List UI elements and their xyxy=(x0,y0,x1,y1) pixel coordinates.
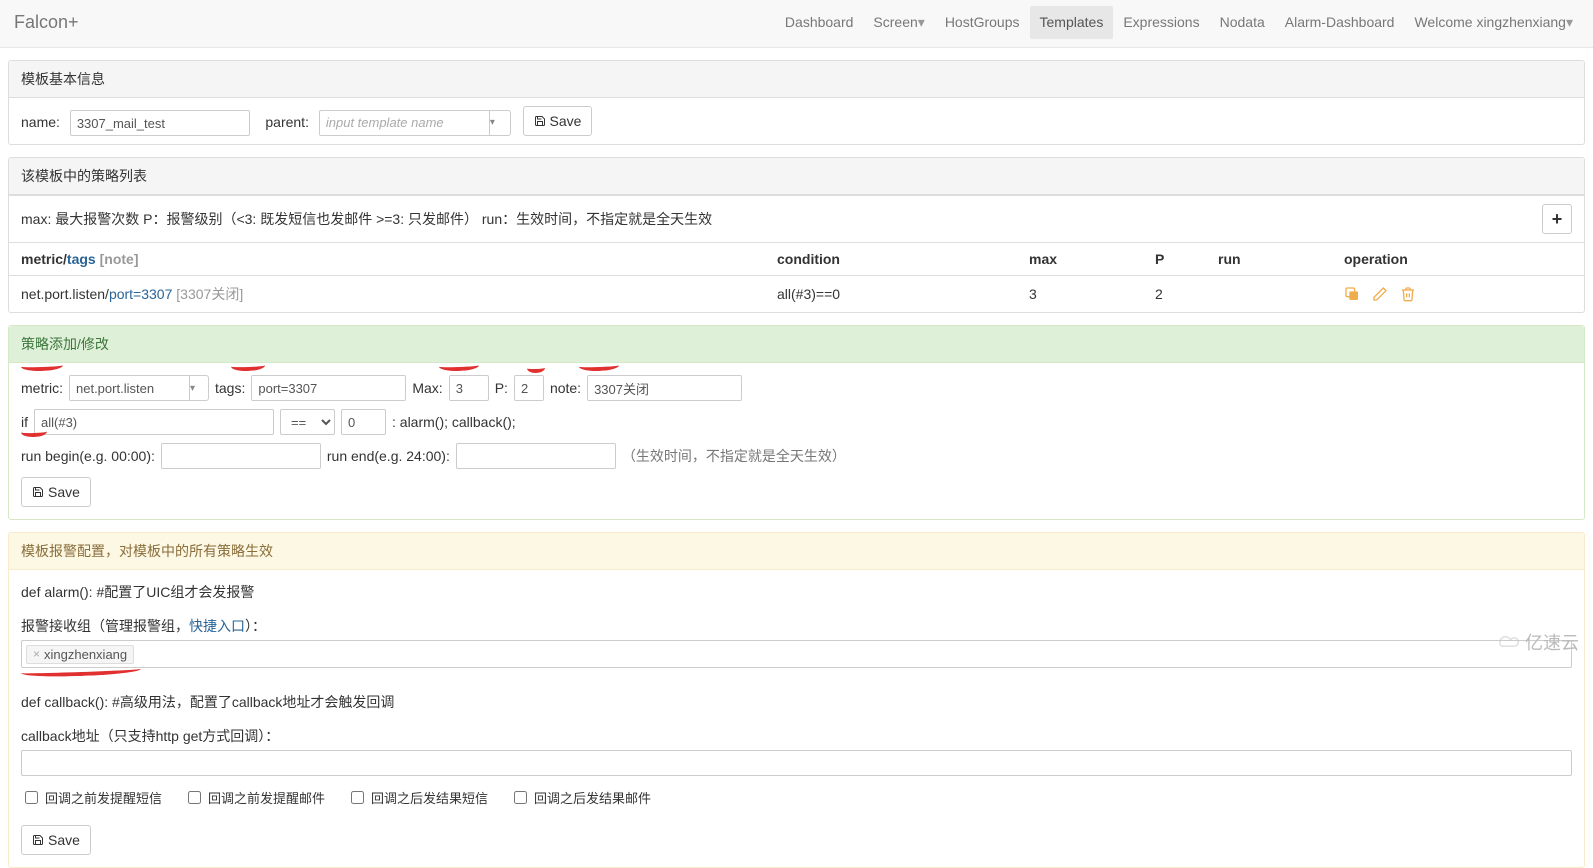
runbegin-label: run begin(e.g. 00:00): xyxy=(21,448,155,464)
note-label: note: xyxy=(550,380,581,396)
parent-input[interactable] xyxy=(319,110,489,136)
panel-heading: 策略添加/修改 xyxy=(9,326,1584,363)
panel-basic-info: 模板基本信息 name: parent: ▾ Save xyxy=(8,60,1585,145)
parent-dropdown-toggle[interactable]: ▾ xyxy=(489,110,511,136)
save-alarm-button[interactable]: Save xyxy=(21,825,91,855)
run-note: （生效时间，不指定就是全天生效） xyxy=(622,446,846,466)
panel-heading: 该模板中的策略列表 xyxy=(9,158,1584,195)
top-nav: Falcon+ Dashboard Screen▾ HostGroups Tem… xyxy=(0,0,1593,48)
chk-after-sms[interactable]: 回调之后发结果短信 xyxy=(347,788,488,807)
caret-icon: ▾ xyxy=(918,14,925,30)
func-input[interactable] xyxy=(34,409,274,435)
nav-dashboard[interactable]: Dashboard xyxy=(775,6,864,39)
save-strategy-button[interactable]: Save xyxy=(21,477,91,507)
brand[interactable]: Falcon+ xyxy=(10,12,79,33)
recv-token[interactable]: ×xingzhenxiang xyxy=(26,645,134,664)
nav-templates[interactable]: Templates xyxy=(1030,6,1114,39)
recv-group-input[interactable]: ×xingzhenxiang xyxy=(21,640,1572,668)
table-row: net.port.listen/port=3307 [3307关闭] all(#… xyxy=(9,276,1584,313)
chk-before-sms[interactable]: 回调之前发提醒短信 xyxy=(21,788,162,807)
runend-input[interactable] xyxy=(456,443,616,469)
callback-def: def callback(): #高级用法，配置了callback地址才会触发回… xyxy=(21,692,1572,712)
callback-label: callback地址（只支持http get方式回调）： xyxy=(21,726,1572,746)
chk-after-mail[interactable]: 回调之后发结果邮件 xyxy=(510,788,651,807)
remove-token-icon[interactable]: × xyxy=(33,647,40,661)
metric-dropdown-toggle[interactable]: ▾ xyxy=(189,375,209,401)
nav-hostgroups[interactable]: HostGroups xyxy=(935,6,1030,39)
strategy-table: metric/tags [note] condition max P run o… xyxy=(9,242,1584,312)
watermark: 亿速云 xyxy=(1493,629,1579,655)
save-button[interactable]: Save xyxy=(523,106,593,136)
strategy-legend-row: max: 最大报警次数 P：报警级别（<3: 既发短信也发邮件 >=3: 只发邮… xyxy=(9,195,1584,242)
save-icon xyxy=(32,834,44,846)
tags-input[interactable] xyxy=(251,375,406,401)
clone-icon[interactable] xyxy=(1344,286,1360,302)
name-label: name: xyxy=(21,114,60,130)
metric-label: metric: xyxy=(21,380,63,396)
max-label: Max: xyxy=(412,380,442,396)
nav-nodata[interactable]: Nodata xyxy=(1210,6,1275,39)
note-input[interactable] xyxy=(587,375,742,401)
recv-label-pre: 报警接收组（管理报警组， xyxy=(21,618,189,634)
op-select[interactable]: == xyxy=(280,409,335,435)
p-input[interactable] xyxy=(514,375,544,401)
tags-label: tags: xyxy=(215,380,245,396)
runbegin-input[interactable] xyxy=(161,443,321,469)
recv-label-post: ）： xyxy=(245,618,266,634)
name-input[interactable] xyxy=(70,110,250,136)
p-label: P: xyxy=(495,380,508,396)
recv-shortcut-link[interactable]: 快捷入口 xyxy=(189,618,245,634)
delete-icon[interactable] xyxy=(1400,286,1416,302)
strategy-legend: max: 最大报警次数 P：报警级别（<3: 既发短信也发邮件 >=3: 只发邮… xyxy=(21,209,712,229)
callback-url-input[interactable] xyxy=(21,750,1572,776)
edit-icon[interactable] xyxy=(1372,286,1388,302)
runend-label: run end(e.g. 24:00): xyxy=(327,448,450,464)
add-strategy-button[interactable]: + xyxy=(1542,204,1572,234)
panel-strategy-list: 该模板中的策略列表 max: 最大报警次数 P：报警级别（<3: 既发短信也发邮… xyxy=(8,157,1585,313)
alarm-text: : alarm(); callback(); xyxy=(392,414,516,430)
panel-heading: 模板基本信息 xyxy=(9,61,1584,98)
nav-welcome[interactable]: Welcome xingzhenxiang▾ xyxy=(1404,6,1583,39)
panel-strategy-edit: 策略添加/修改 metric: ▾ tags: Max: P: note: xyxy=(8,325,1585,520)
parent-label: parent: xyxy=(265,114,309,130)
panel-heading: 模板报警配置，对模板中的所有策略生效 xyxy=(9,533,1584,570)
max-input[interactable] xyxy=(449,375,489,401)
nav-screen[interactable]: Screen▾ xyxy=(863,6,934,39)
nav-expressions[interactable]: Expressions xyxy=(1113,6,1209,39)
nav-alarm-dashboard[interactable]: Alarm-Dashboard xyxy=(1275,6,1405,39)
metric-input[interactable] xyxy=(69,375,189,401)
save-icon xyxy=(32,486,44,498)
chk-before-mail[interactable]: 回调之前发提醒邮件 xyxy=(184,788,325,807)
rhs-input[interactable] xyxy=(341,409,386,435)
save-icon xyxy=(534,115,546,127)
alarm-def: def alarm(): #配置了UIC组才会发报警 xyxy=(21,582,1572,602)
nav-links: Dashboard Screen▾ HostGroups Templates E… xyxy=(775,6,1583,39)
panel-alarm-config: 模板报警配置，对模板中的所有策略生效 def alarm(): #配置了UIC组… xyxy=(8,532,1585,868)
caret-icon: ▾ xyxy=(1566,14,1573,30)
